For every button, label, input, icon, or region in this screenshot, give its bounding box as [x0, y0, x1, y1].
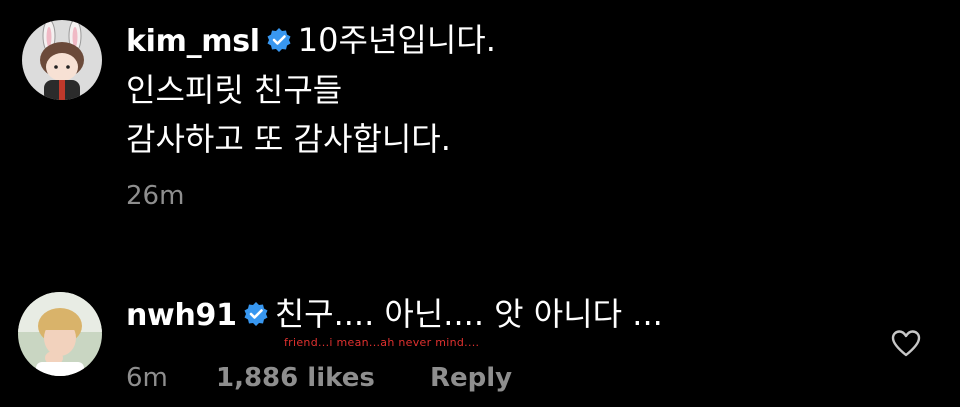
comment-text: 친구.... 아닌.... 앗 아니다 ...: [274, 295, 663, 333]
verified-badge-icon: [243, 296, 269, 336]
comment-header: nwh91 친구.... 아닌.... 앗 아니다 ...: [126, 294, 663, 336]
username-nwh91[interactable]: nwh91: [126, 298, 237, 333]
comment-time: 26m: [126, 181, 185, 211]
comment-nwh91: nwh91 친구.... 아닌.... 앗 아니다 ... friend...i …: [0, 270, 960, 407]
avatar-kim-msl[interactable]: [22, 20, 102, 100]
heart-icon[interactable]: [890, 328, 922, 360]
comment-time: 6m: [126, 363, 168, 393]
comment-header: kim_msl 10주년입니다.: [126, 20, 496, 62]
comment-kim-msl: kim_msl 10주년입니다. 인스피릿 친구들 감사하고 또 감사합니다. 2…: [0, 0, 960, 260]
avatar-nwh91[interactable]: [18, 292, 102, 376]
translation-caption: friend...i mean...ah never mind....: [284, 336, 480, 349]
reply-button[interactable]: Reply: [430, 362, 512, 394]
comment-line-3: 감사하고 또 감사합니다.: [126, 120, 451, 158]
likes-count[interactable]: 1,886 likes: [216, 362, 375, 394]
comment-line-2: 인스피릿 친구들: [126, 71, 343, 109]
verified-badge-icon: [266, 22, 292, 62]
username-kim-msl[interactable]: kim_msl: [126, 24, 260, 59]
comment-line-1: 10주년입니다.: [297, 21, 496, 59]
